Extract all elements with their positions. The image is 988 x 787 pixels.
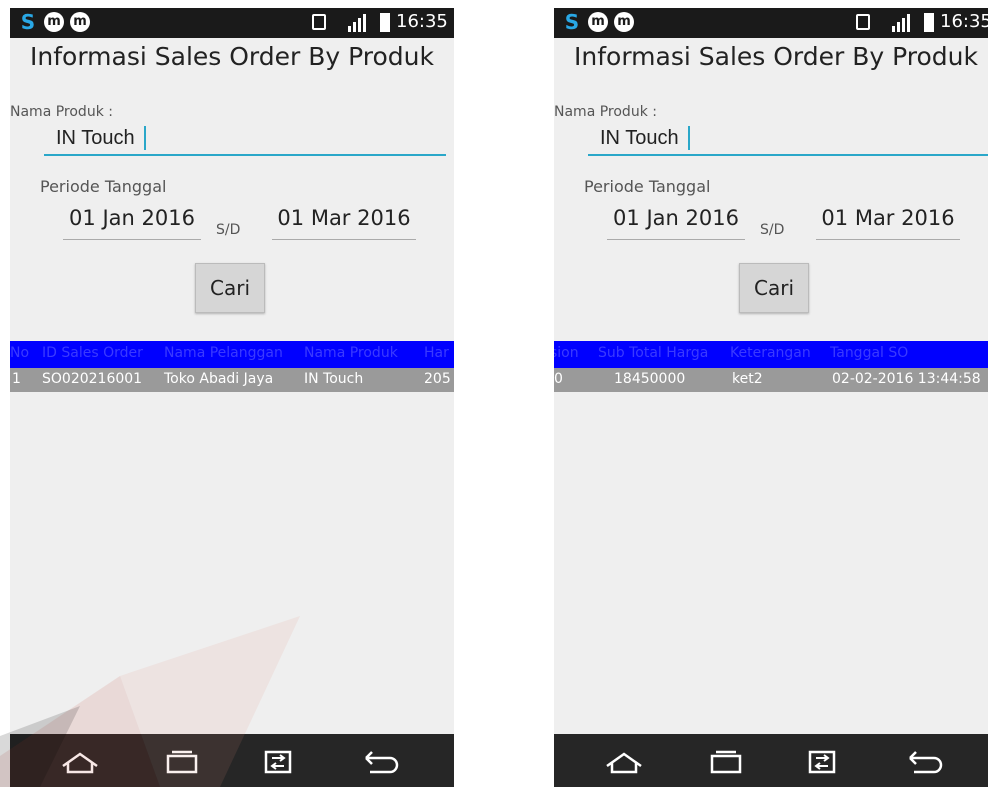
header-id-sales-order: ID Sales Order [42, 345, 143, 361]
text-cursor [144, 126, 146, 150]
date-separator: S/D [216, 222, 241, 238]
table-row[interactable]: 0 18450000 ket2 02-02-2016 13:44:58 [554, 368, 988, 392]
cell-sub-total-harga: 18450000 [614, 371, 686, 387]
produk-input[interactable] [588, 122, 988, 156]
home-icon[interactable] [60, 744, 100, 778]
cell-no: 1 [12, 371, 21, 387]
vibrate-icon [312, 14, 326, 30]
status-bar: S m m 16:35 [10, 8, 454, 38]
produk-input[interactable] [44, 122, 446, 156]
cell-harga: 205 [424, 371, 451, 387]
cell-tanggal-so: 02-02-2016 13:44:58 [832, 371, 981, 387]
cell-keterangan: ket2 [732, 371, 763, 387]
status-bar: S m m 16:35 [554, 8, 988, 38]
notification-m-icon: m [44, 12, 64, 32]
header-nama-produk: Nama Produk [304, 345, 398, 361]
table-header: sion Sub Total Harga Keterangan Tanggal … [554, 341, 988, 368]
header-no: No [10, 345, 30, 361]
header-diskon: sion [554, 345, 579, 361]
cell-nama-pelanggan: Toko Abadi Jaya [164, 371, 274, 387]
text-cursor [688, 126, 690, 150]
header-nama-pelanggan: Nama Pelanggan [164, 345, 283, 361]
dual-window-icon[interactable] [258, 744, 298, 778]
page-title: Informasi Sales Order By Produk [30, 42, 434, 71]
back-icon[interactable] [906, 744, 946, 778]
vibrate-icon [856, 14, 870, 30]
date-separator: S/D [760, 222, 785, 238]
header-harga: Har [424, 345, 449, 361]
sales-order-table[interactable]: No ID Sales Order Nama Pelanggan Nama Pr… [10, 341, 454, 392]
date-to-picker[interactable]: 01 Mar 2016 [272, 206, 416, 240]
search-button[interactable]: Cari [739, 263, 809, 313]
header-tanggal-so: Tanggal SO [830, 345, 909, 361]
notification-m-icon: m [614, 12, 634, 32]
clock: 16:35 [940, 11, 988, 32]
back-icon[interactable] [362, 744, 402, 778]
signal-icon [348, 14, 366, 32]
phone-screen-right: S m m 16:35 Informasi Sales Order By Pro… [554, 8, 988, 787]
navigation-bar [10, 734, 454, 787]
notification-m-icon: m [588, 12, 608, 32]
s-app-icon: S [564, 10, 580, 34]
header-keterangan: Keterangan [730, 345, 811, 361]
search-button[interactable]: Cari [195, 263, 265, 313]
s-app-icon: S [20, 10, 36, 34]
periode-label: Periode Tanggal [584, 177, 711, 196]
sales-order-table[interactable]: sion Sub Total Harga Keterangan Tanggal … [554, 341, 988, 392]
date-to-picker[interactable]: 01 Mar 2016 [816, 206, 960, 240]
signal-icon [892, 14, 910, 32]
recent-apps-icon[interactable] [162, 744, 202, 778]
header-sub-total-harga: Sub Total Harga [598, 345, 709, 361]
cell-nama-produk: IN Touch [304, 371, 364, 387]
cell-diskon: 0 [554, 371, 563, 387]
date-from-picker[interactable]: 01 Jan 2016 [63, 206, 201, 240]
home-icon[interactable] [604, 744, 644, 778]
phone-screen-left: S m m 16:35 Informasi Sales Order By Pro… [10, 8, 454, 787]
battery-icon [924, 13, 934, 32]
table-row[interactable]: 1 SO020216001 Toko Abadi Jaya IN Touch 2… [10, 368, 454, 392]
cell-id-sales-order: SO020216001 [42, 371, 143, 387]
battery-icon [380, 13, 390, 32]
produk-label: Nama Produk : [554, 104, 657, 120]
notification-m-icon: m [70, 12, 90, 32]
periode-label: Periode Tanggal [40, 177, 167, 196]
clock: 16:35 [396, 11, 448, 32]
date-from-picker[interactable]: 01 Jan 2016 [607, 206, 745, 240]
navigation-bar [554, 734, 988, 787]
produk-label: Nama Produk : [10, 104, 113, 120]
recent-apps-icon[interactable] [706, 744, 746, 778]
page-title: Informasi Sales Order By Produk [574, 42, 978, 71]
table-header: No ID Sales Order Nama Pelanggan Nama Pr… [10, 341, 454, 368]
dual-window-icon[interactable] [802, 744, 842, 778]
